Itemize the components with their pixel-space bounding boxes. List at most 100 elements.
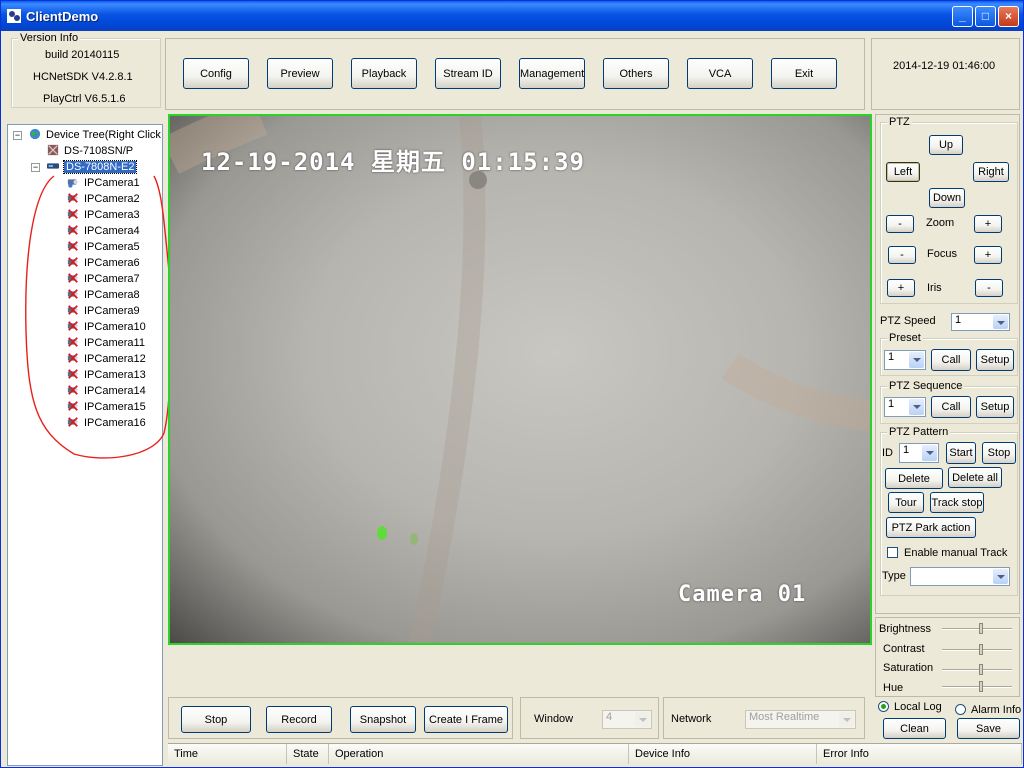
build-label: build 20140115 bbox=[45, 49, 120, 61]
others-button[interactable]: Others bbox=[603, 58, 669, 89]
saturation-slider[interactable] bbox=[942, 664, 1012, 675]
ptz-speed-label: PTZ Speed bbox=[880, 315, 936, 327]
ptz-pattern-label: PTZ Pattern bbox=[887, 426, 951, 438]
focus-far-button[interactable]: + bbox=[974, 246, 1002, 264]
col-state[interactable]: State bbox=[287, 744, 329, 764]
title-bar[interactable]: ClientDemo _ □ × bbox=[1, 1, 1023, 31]
main-toolbar: Config Preview Playback Stream ID Manage… bbox=[165, 38, 865, 110]
snapshot-button[interactable]: Snapshot bbox=[350, 706, 416, 733]
saturation-label: Saturation bbox=[883, 662, 934, 674]
zoom-out-button[interactable]: - bbox=[886, 215, 914, 233]
pattern-stop-button[interactable]: Stop bbox=[982, 442, 1016, 464]
exit-button[interactable]: Exit bbox=[771, 58, 837, 89]
network-mode-value: Most Realtime bbox=[749, 711, 820, 723]
zoom-in-button[interactable]: + bbox=[974, 215, 1002, 233]
col-operation[interactable]: Operation bbox=[329, 744, 629, 764]
ptz-speed-select[interactable]: 1 bbox=[951, 313, 1010, 331]
iris-open-button[interactable]: + bbox=[887, 279, 915, 297]
datetime-panel: 2014-12-19 01:46:00 bbox=[871, 38, 1020, 110]
col-error-info[interactable]: Error Info bbox=[817, 744, 1022, 764]
main-window: ClientDemo _ □ × Version Info build 2014… bbox=[0, 0, 1024, 768]
focus-near-button[interactable]: - bbox=[888, 246, 916, 264]
ptz-right-button[interactable]: Right bbox=[973, 162, 1009, 182]
col-device-info[interactable]: Device Info bbox=[629, 744, 817, 764]
playback-button[interactable]: Playback bbox=[351, 58, 417, 89]
record-button[interactable]: Record bbox=[266, 706, 332, 733]
tour-button[interactable]: Tour bbox=[888, 492, 924, 513]
preview-button[interactable]: Preview bbox=[267, 58, 333, 89]
contrast-label: Contrast bbox=[883, 643, 925, 655]
device-1-label: DS-7108SN/P bbox=[64, 145, 134, 157]
ptz-park-action-button[interactable]: PTZ Park action bbox=[886, 517, 976, 538]
brightness-slider[interactable] bbox=[942, 623, 1012, 634]
save-log-button[interactable]: Save bbox=[957, 718, 1020, 739]
preset-call-button[interactable]: Call bbox=[931, 349, 971, 371]
minimize-button[interactable]: _ bbox=[952, 6, 973, 27]
create-iframe-button[interactable]: Create I Frame bbox=[424, 706, 508, 733]
window-count-select[interactable]: 4 bbox=[602, 710, 652, 729]
pattern-id-label: ID bbox=[882, 447, 893, 459]
iris-close-button[interactable]: - bbox=[975, 279, 1003, 297]
slider-thumb[interactable] bbox=[979, 681, 983, 692]
video-timestamp: 12-19-2014 星期五 01:15:39 bbox=[201, 148, 585, 176]
sequence-value: 1 bbox=[888, 398, 895, 410]
window-label: Window bbox=[534, 713, 574, 725]
preset-value: 1 bbox=[888, 351, 895, 363]
hue-slider[interactable] bbox=[942, 681, 1012, 692]
dropdown-arrow-icon bbox=[993, 315, 1008, 329]
type-select[interactable] bbox=[910, 567, 1010, 586]
ptz-left-button[interactable]: Left bbox=[886, 162, 920, 182]
app-icon bbox=[7, 9, 21, 23]
dropdown-arrow-icon bbox=[993, 569, 1008, 584]
ptz-panel: PTZ Up Left Right Down - Zoom + - Focus … bbox=[875, 114, 1020, 614]
management-button[interactable]: Management bbox=[519, 58, 585, 89]
tree-root[interactable]: Device Tree(Right Click bbox=[28, 127, 161, 143]
dropdown-arrow-icon bbox=[909, 399, 924, 415]
network-mode-select[interactable]: Most Realtime bbox=[745, 710, 856, 729]
ptz-up-button[interactable]: Up bbox=[929, 135, 963, 155]
preset-setup-button[interactable]: Setup bbox=[976, 349, 1014, 371]
window-select-panel: Window 4 bbox=[520, 697, 659, 739]
pattern-delete-all-button[interactable]: Delete all bbox=[948, 467, 1002, 488]
col-time[interactable]: Time bbox=[168, 744, 287, 764]
preset-select[interactable]: 1 bbox=[884, 350, 926, 370]
sequence-select[interactable]: 1 bbox=[884, 397, 926, 417]
local-log-radio[interactable] bbox=[878, 701, 889, 712]
tree-device-1[interactable]: DS-7108SN/P bbox=[46, 143, 133, 159]
slider-thumb[interactable] bbox=[979, 664, 983, 675]
slider-thumb[interactable] bbox=[979, 623, 983, 634]
image-adjust-panel: Brightness Contrast Saturation Hue bbox=[875, 617, 1020, 697]
pattern-id-select[interactable]: 1 bbox=[899, 443, 939, 463]
dropdown-arrow-icon bbox=[839, 712, 854, 727]
pattern-start-button[interactable]: Start bbox=[946, 442, 976, 464]
vca-button[interactable]: VCA bbox=[687, 58, 753, 89]
contrast-slider[interactable] bbox=[942, 644, 1012, 655]
dropdown-arrow-icon bbox=[635, 712, 650, 727]
sequence-setup-button[interactable]: Setup bbox=[976, 396, 1014, 418]
sequence-call-button[interactable]: Call bbox=[931, 396, 971, 418]
close-button[interactable]: × bbox=[998, 6, 1019, 27]
hue-label: Hue bbox=[883, 682, 904, 694]
network-panel: Network Most Realtime bbox=[663, 697, 865, 739]
dropdown-arrow-icon bbox=[922, 445, 937, 461]
ptz-down-button[interactable]: Down bbox=[929, 188, 965, 208]
expand-root-icon[interactable]: − bbox=[13, 131, 22, 140]
stop-button[interactable]: Stop bbox=[181, 706, 251, 733]
alarm-info-label: Alarm Info bbox=[971, 704, 1022, 716]
sdk-version-label: HCNetSDK V4.2.8.1 bbox=[33, 71, 133, 83]
playctrl-version-label: PlayCtrl V6.5.1.6 bbox=[43, 93, 126, 105]
maximize-button[interactable]: □ bbox=[975, 6, 996, 27]
video-window[interactable]: 12-19-2014 星期五 01:15:39 Camera 01 bbox=[168, 114, 872, 645]
stream-id-button[interactable]: Stream ID bbox=[435, 58, 501, 89]
version-info-group: Version Info build 20140115 HCNetSDK V4.… bbox=[11, 32, 161, 108]
clean-button[interactable]: Clean bbox=[883, 718, 946, 739]
alarm-info-radio[interactable] bbox=[955, 704, 966, 715]
slider-thumb[interactable] bbox=[979, 644, 983, 655]
enable-manual-track-label: Enable manual Track bbox=[904, 547, 1008, 559]
enable-manual-track-checkbox[interactable] bbox=[887, 547, 898, 558]
track-stop-button[interactable]: Track stop bbox=[930, 492, 984, 513]
window-title: ClientDemo bbox=[26, 9, 99, 24]
config-button[interactable]: Config bbox=[183, 58, 249, 89]
pattern-delete-button[interactable]: Delete bbox=[885, 468, 943, 489]
video-camera-name: Camera 01 bbox=[678, 582, 807, 607]
